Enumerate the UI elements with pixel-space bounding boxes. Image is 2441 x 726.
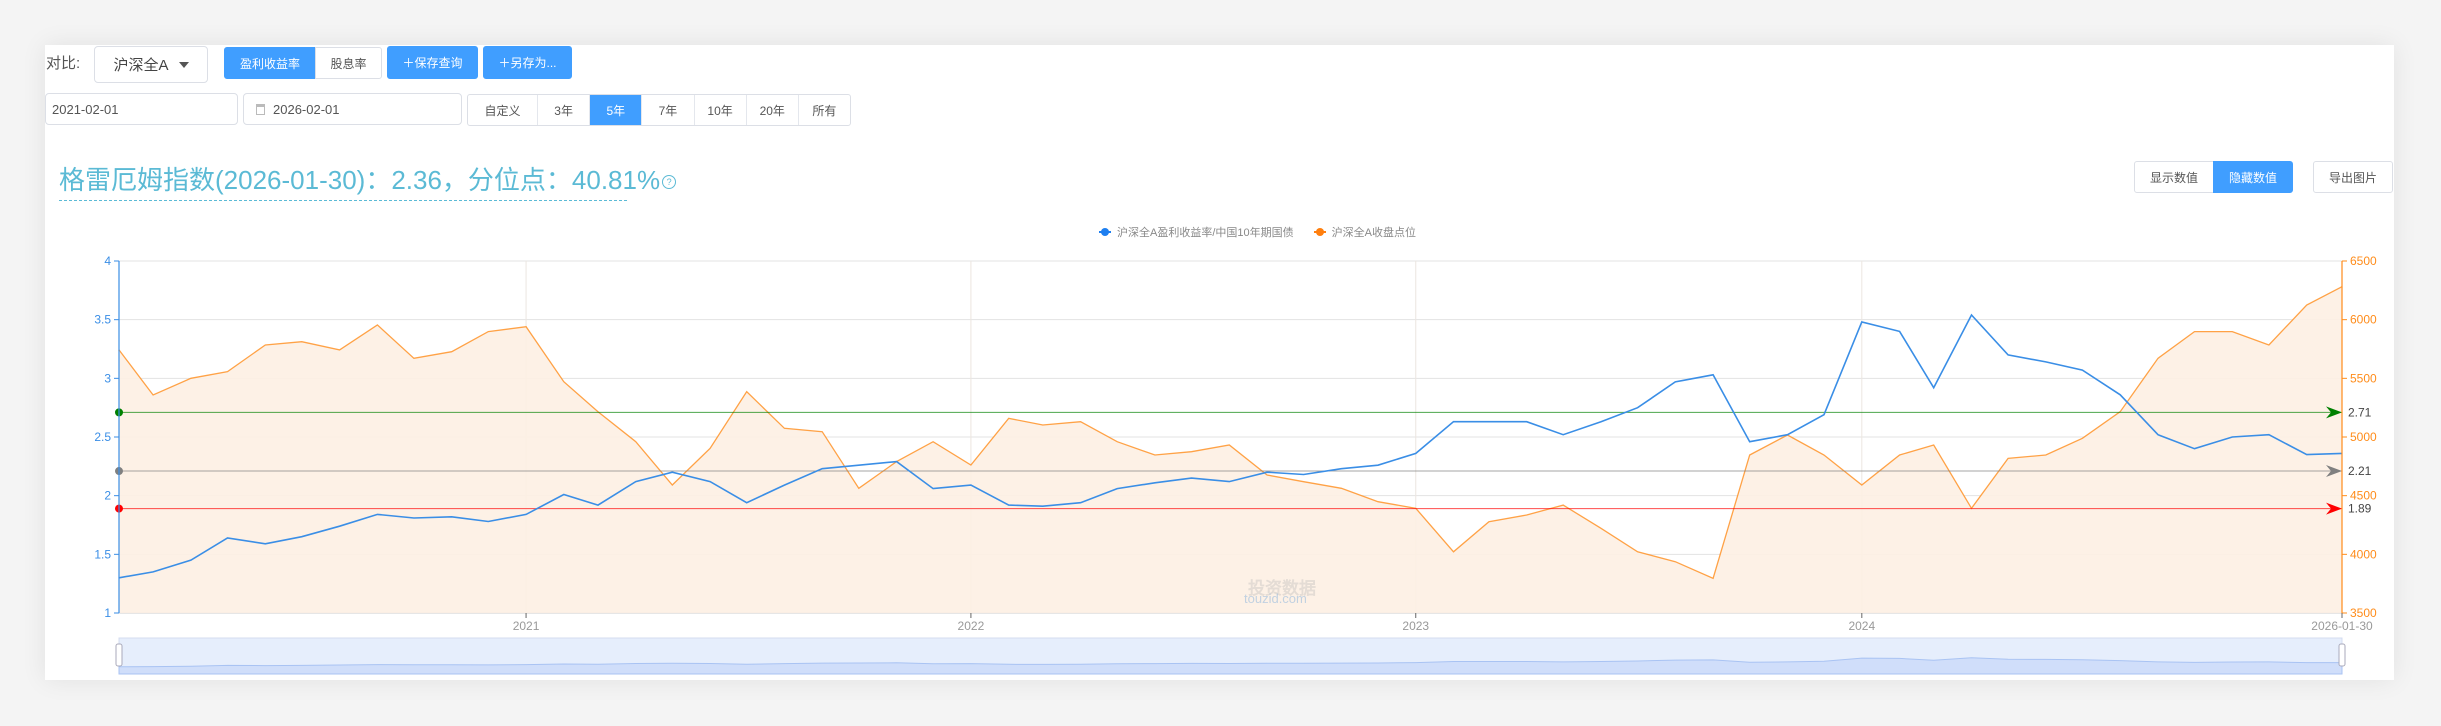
x-tick-label: 2026-01-30 — [2311, 619, 2373, 633]
y-left-tick-label: 3.5 — [94, 313, 111, 327]
y-right-tick-label: 6000 — [2350, 313, 2377, 327]
y-left-tick-label: 1.5 — [94, 547, 111, 561]
y-left-tick-label: 2.5 — [94, 430, 111, 444]
reference-label: 2.71 — [2348, 405, 2372, 419]
y-left-tick-label: 3 — [104, 371, 111, 385]
y-left-tick-label: 2 — [104, 489, 111, 503]
reference-label: 1.89 — [2348, 502, 2372, 516]
y-right-tick-label: 5000 — [2350, 430, 2377, 444]
data-zoom-handle-end[interactable] — [2338, 643, 2346, 667]
y-right-tick-label: 3500 — [2350, 606, 2377, 620]
y-left-tick-label: 4 — [104, 254, 111, 268]
data-zoom-handle-start[interactable] — [115, 643, 123, 667]
x-tick-label: 2023 — [1402, 619, 1429, 633]
y-right-tick-label: 4500 — [2350, 489, 2377, 503]
watermark-url: touzid.com — [1244, 591, 1307, 606]
chart: 1 1.5 2 2.5 3 3.5 4 3500 4000 4500 5000 5500 6000 650… — [94, 254, 2377, 675]
y-left-tick-label: 1 — [104, 606, 111, 620]
x-tick-label: 2024 — [1848, 619, 1875, 633]
reference-label: 2.21 — [2348, 464, 2372, 478]
y-right-tick-label: 5500 — [2350, 371, 2377, 385]
x-tick-label: 2021 — [513, 619, 540, 633]
index-area — [119, 286, 2342, 613]
y-right-tick-label: 4000 — [2350, 547, 2377, 561]
y-right-tick-label: 6500 — [2350, 254, 2377, 268]
x-tick-label: 2022 — [958, 619, 985, 633]
